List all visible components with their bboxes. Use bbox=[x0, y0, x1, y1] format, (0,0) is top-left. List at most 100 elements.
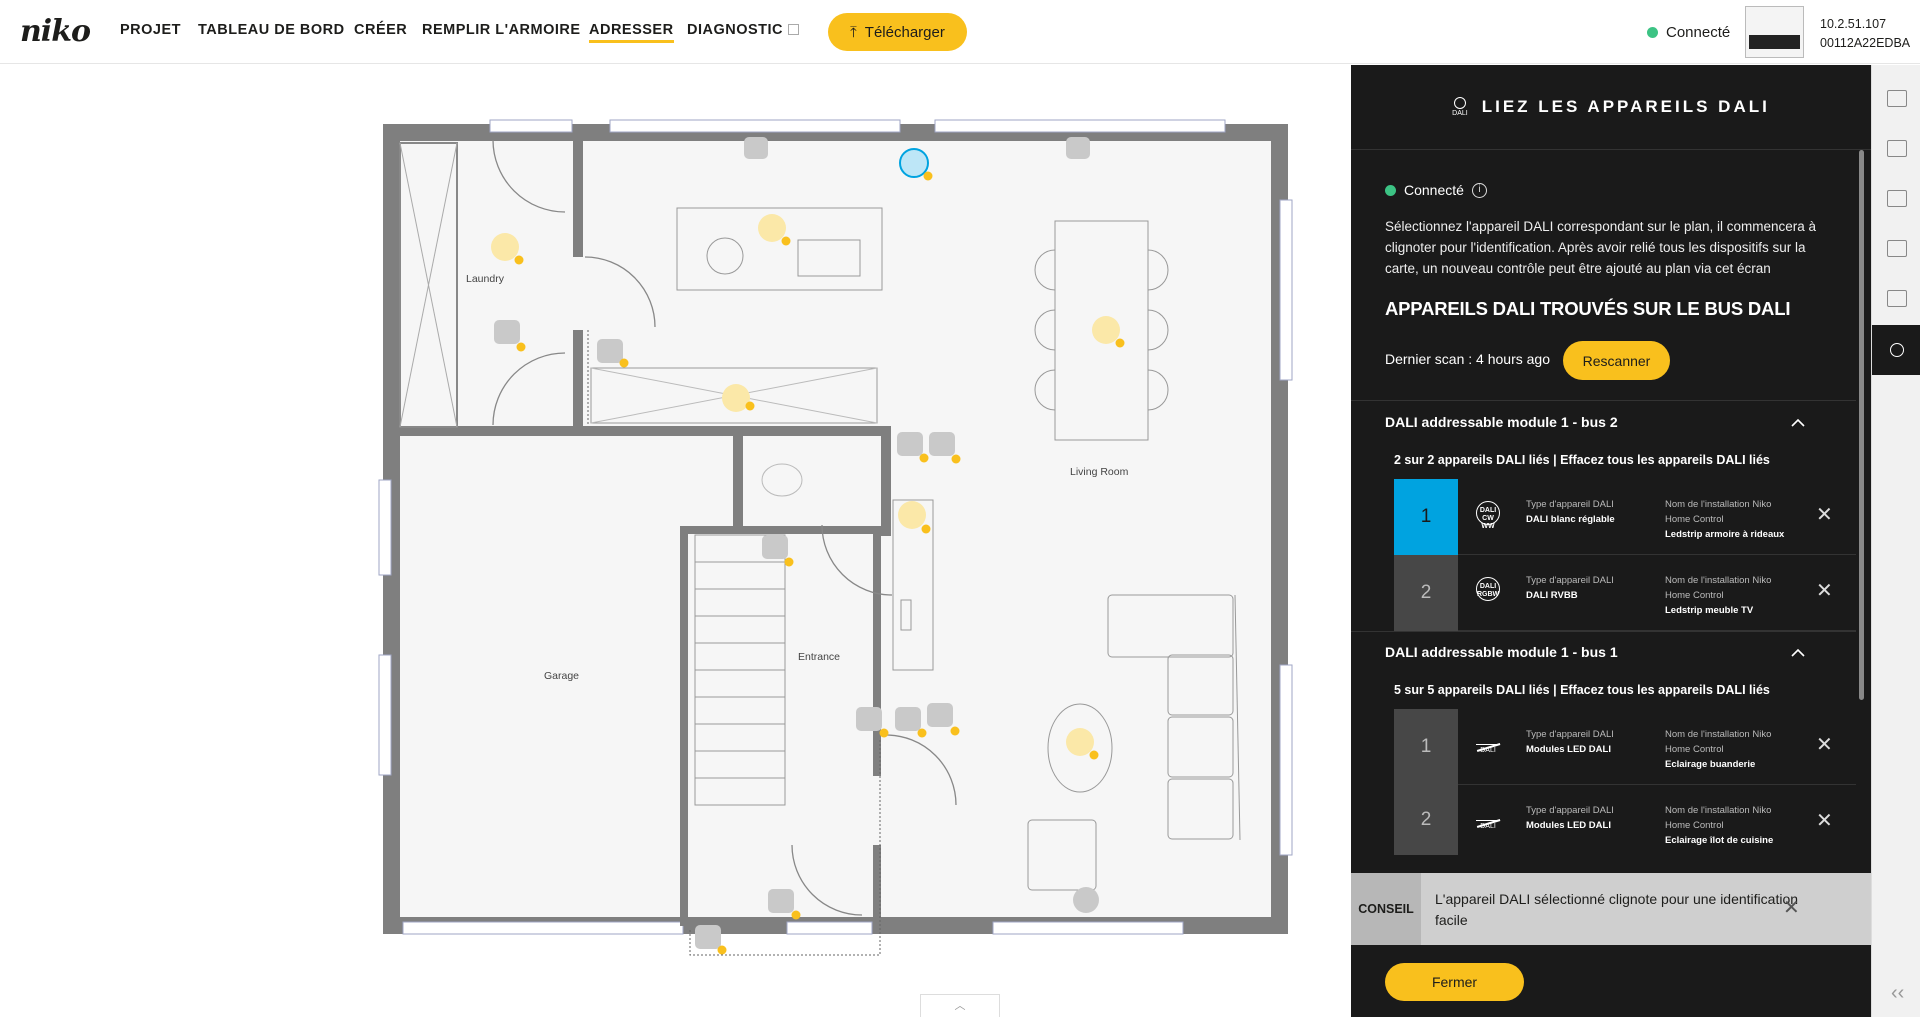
download-label: Télécharger bbox=[864, 23, 945, 41]
device-type-col: Type d'appareil DALI DALI RVBB bbox=[1526, 573, 1646, 603]
device-name-value: Eclairage îlot de cuisine bbox=[1665, 835, 1774, 846]
device-name-label: Nom de l'installation Niko Home Control bbox=[1665, 805, 1772, 831]
device-number: 1 bbox=[1394, 709, 1458, 785]
download-button[interactable]: ⤒ Télécharger bbox=[828, 13, 967, 51]
dali-icon-text: DALI bbox=[1479, 583, 1497, 590]
device-name-col: Nom de l'installation Niko Home Control L… bbox=[1665, 573, 1795, 618]
chevron-up-icon[interactable] bbox=[1791, 416, 1805, 430]
device-type-label: Type d'appareil DALI bbox=[1526, 575, 1614, 586]
room-label-living-room: Living Room bbox=[1070, 466, 1129, 478]
controller-thumbnail[interactable] bbox=[1745, 6, 1804, 58]
unlink-close-icon[interactable]: ✕ bbox=[1816, 505, 1833, 525]
unlink-close-icon[interactable]: ✕ bbox=[1816, 735, 1833, 755]
room-label-laundry: Laundry bbox=[466, 273, 504, 285]
dali-icon-text: DALI bbox=[1479, 507, 1497, 514]
device-number: 2 bbox=[1394, 555, 1458, 631]
tip-label: CONSEIL bbox=[1351, 873, 1421, 945]
dali-led-module-icon: DALI bbox=[1474, 807, 1502, 835]
room-label-garage: Garage bbox=[544, 670, 580, 682]
dali-rgbw-icon: DALI RGBW bbox=[1474, 577, 1502, 605]
top-bar: niko PROJET TABLEAU DE BORD CRÉER REMPLI… bbox=[0, 0, 1920, 64]
panel-title: LIEZ LES APPAREILS DALI bbox=[1481, 97, 1770, 116]
group-summary-bus2[interactable]: 2 sur 2 appareils DALI liés | Effacez to… bbox=[1394, 453, 1770, 467]
device-type-value: Modules LED DALI bbox=[1526, 820, 1611, 831]
right-rail bbox=[1871, 65, 1920, 1017]
rail-plan-edit-icon[interactable] bbox=[1872, 123, 1920, 173]
panel-description: Sélectionnez l'appareil DALI corresponda… bbox=[1385, 219, 1817, 276]
chevron-up-icon[interactable] bbox=[1791, 646, 1805, 660]
device-type-value: Modules LED DALI bbox=[1526, 744, 1611, 755]
close-button[interactable]: Fermer bbox=[1385, 963, 1524, 1001]
device-type-col: Type d'appareil DALI Modules LED DALI bbox=[1526, 803, 1646, 833]
device-name-col: Nom de l'installation Niko Home Control E… bbox=[1665, 727, 1795, 772]
device-name-value: Ledstrip armoire à rideaux bbox=[1665, 529, 1785, 540]
device-type-value: DALI RVBB bbox=[1526, 590, 1578, 601]
group-title-bus1[interactable]: DALI addressable module 1 - bus 1 bbox=[1385, 644, 1618, 660]
collapse-chevrons-icon[interactable]: ‹‹ bbox=[1891, 982, 1904, 1005]
device-info: 10.2.51.107 00112A22EDBA bbox=[1820, 15, 1910, 53]
device-type-value: DALI blanc réglable bbox=[1526, 514, 1615, 525]
dali-device-row[interactable]: 2 DALI Type d'appareil DALI Modules LED D… bbox=[1394, 785, 1856, 855]
tip-close-icon[interactable]: ✕ bbox=[1783, 895, 1800, 920]
niko-logo: niko bbox=[20, 14, 91, 49]
device-name-label: Nom de l'installation Niko Home Control bbox=[1665, 499, 1772, 525]
rail-touch-icon[interactable] bbox=[1872, 173, 1920, 223]
dali-icon-sub: CW WW bbox=[1481, 515, 1495, 530]
last-scan-text: Dernier scan : 4 hours ago bbox=[1385, 351, 1550, 367]
device-type-label: Type d'appareil DALI bbox=[1526, 729, 1614, 740]
nav-projet[interactable]: PROJET bbox=[120, 22, 181, 38]
panel-connection-label: Connecté bbox=[1404, 182, 1464, 198]
tip-banner: CONSEIL L'appareil DALI sélectionné clig… bbox=[1351, 873, 1871, 945]
tip-text: L'appareil DALI sélectionné clignote pou… bbox=[1435, 891, 1799, 928]
rescan-button[interactable]: Rescanner bbox=[1563, 341, 1670, 380]
group-divider bbox=[1351, 400, 1856, 401]
panel-scrollbar-thumb[interactable] bbox=[1859, 150, 1864, 700]
connection-status: Connecté bbox=[1647, 24, 1730, 41]
dali-icon-caption: DALI bbox=[1452, 109, 1468, 117]
device-type-col: Type d'appareil DALI DALI blanc réglable bbox=[1526, 497, 1646, 527]
rail-floorplan-icon[interactable] bbox=[1872, 73, 1920, 123]
dali-icon-sub: RGBW bbox=[1477, 591, 1500, 598]
device-name-value: Ledstrip meuble TV bbox=[1665, 605, 1754, 616]
dali-device-row[interactable]: 1 DALI CW WW Type d'appareil DALI DALI bla… bbox=[1394, 479, 1856, 555]
device-type-col: Type d'appareil DALI Modules LED DALI bbox=[1526, 727, 1646, 757]
device-type-label: Type d'appareil DALI bbox=[1526, 499, 1614, 510]
nav-tableau-de-bord[interactable]: TABLEAU DE BORD bbox=[198, 22, 345, 38]
external-link-icon bbox=[788, 24, 800, 35]
dali-bulb-icon: DALI bbox=[1452, 96, 1468, 118]
dali-cwww-icon: DALI CW WW bbox=[1474, 501, 1502, 530]
connection-label: Connecté bbox=[1666, 24, 1731, 41]
rail-layers-icon[interactable] bbox=[1872, 273, 1920, 323]
dali-device-row[interactable]: 1 DALI Type d'appareil DALI Modules LED D… bbox=[1394, 709, 1856, 785]
bottom-drawer-handle[interactable]: ︿ bbox=[920, 994, 1000, 1017]
nav-creer[interactable]: CRÉER bbox=[354, 22, 407, 38]
device-name-col: Nom de l'installation Niko Home Control L… bbox=[1665, 497, 1795, 542]
panel-header: DALI LIEZ LES APPAREILS DALI bbox=[1351, 65, 1871, 150]
device-name-value: Eclairage buanderie bbox=[1665, 759, 1756, 770]
dali-device-row[interactable]: 2 DALI RGBW Type d'appareil DALI DALI RVBB… bbox=[1394, 555, 1856, 631]
panel-connection: Connecté i bbox=[1385, 182, 1487, 198]
device-id: 00112A22EDBA bbox=[1820, 36, 1911, 50]
info-icon[interactable]: i bbox=[1471, 182, 1487, 198]
connected-dot-icon bbox=[1385, 184, 1396, 196]
group-title-bus2[interactable]: DALI addressable module 1 - bus 2 bbox=[1385, 414, 1618, 430]
rail-assign-icon[interactable] bbox=[1872, 223, 1920, 273]
device-ip: 10.2.51.107 bbox=[1820, 17, 1887, 31]
dali-panel: DALI LIEZ LES APPAREILS DALI Connecté i … bbox=[1351, 65, 1871, 1017]
nav-remplir-armoire[interactable]: REMPLIR L'ARMOIRE bbox=[422, 22, 581, 38]
unlink-close-icon[interactable]: ✕ bbox=[1816, 581, 1833, 601]
upload-arrow-icon: ⤒ bbox=[850, 23, 857, 41]
dali-led-module-icon: DALI bbox=[1474, 731, 1502, 759]
room-label-entrance: Entrance bbox=[798, 651, 841, 663]
rail-dali-icon[interactable] bbox=[1872, 325, 1920, 375]
device-name-label: Nom de l'installation Niko Home Control bbox=[1665, 729, 1772, 755]
floorplan-canvas[interactable]: Laundry Living Room Garage Entrance bbox=[0, 65, 1351, 1017]
connected-dot-icon bbox=[1647, 27, 1658, 38]
group-summary-bus1[interactable]: 5 sur 5 appareils DALI liés | Effacez to… bbox=[1394, 683, 1770, 697]
unlink-close-icon[interactable]: ✕ bbox=[1816, 811, 1833, 831]
nav-diagnostic[interactable]: DIAGNOSTIC bbox=[687, 22, 800, 38]
device-name-col: Nom de l'installation Niko Home Control E… bbox=[1665, 803, 1795, 848]
nav-adresser[interactable]: ADRESSER bbox=[589, 22, 674, 43]
found-devices-title: APPAREILS DALI TROUVÉS SUR LE BUS DALI bbox=[1385, 298, 1791, 319]
nav-diagnostic-label: DIAGNOSTIC bbox=[687, 22, 784, 38]
